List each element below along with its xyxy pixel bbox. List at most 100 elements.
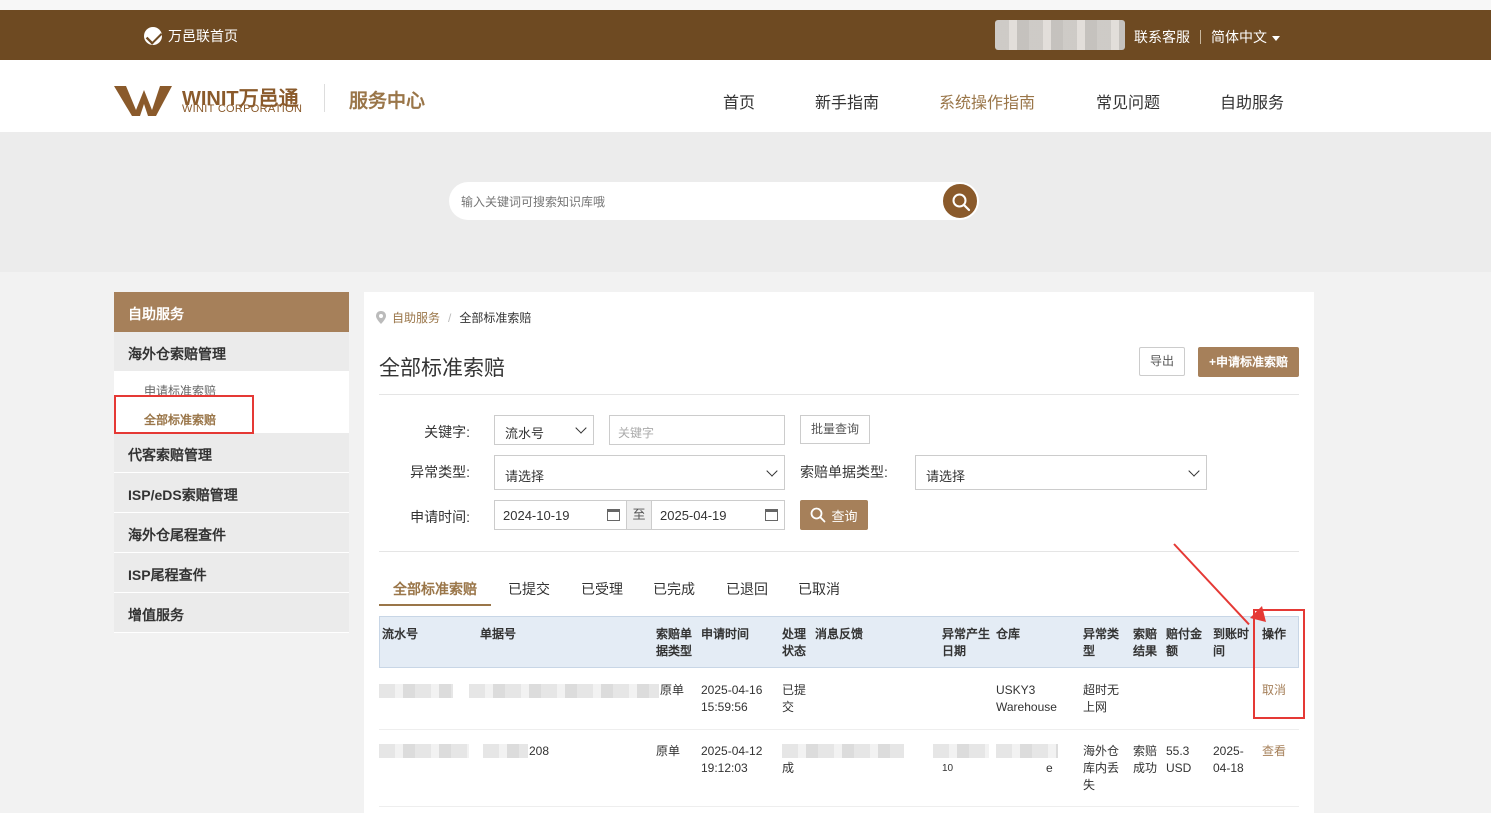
search-banner bbox=[0, 132, 1491, 272]
portal-home-link[interactable]: 万邑联首页 bbox=[144, 26, 238, 46]
search-button[interactable] bbox=[942, 183, 978, 219]
cell-apply-time: 2025-04-12 19:12:03 bbox=[701, 744, 763, 775]
cell-exception-type: 超时无上网 bbox=[1083, 683, 1120, 714]
sidebar-item-isp-tracking[interactable]: ISP尾程查件 bbox=[114, 553, 349, 593]
col-amount: 赔付金额 bbox=[1166, 627, 1203, 658]
tab-accepted[interactable]: 已受理 bbox=[581, 579, 623, 606]
location-pin-icon bbox=[376, 311, 386, 324]
divider bbox=[379, 551, 1299, 552]
col-doc-type: 索赔单据类型 bbox=[656, 627, 693, 658]
highlight-box bbox=[114, 395, 254, 434]
apply-time-label: 申请时间: bbox=[410, 509, 470, 525]
claim-doc-type-value: 请选择 bbox=[926, 469, 966, 484]
blurred-status-feedback bbox=[782, 744, 904, 758]
site-header: WINIT万邑通 WINIT CORPORATION 服务中心 首页 新手指南 … bbox=[0, 60, 1491, 132]
row-divider bbox=[379, 729, 1299, 730]
tab-returned[interactable]: 已退回 bbox=[726, 579, 768, 606]
blurred-doc-no bbox=[483, 744, 528, 758]
date-to-input[interactable]: 2025-04-19 bbox=[651, 500, 785, 530]
apply-claim-button[interactable]: +申请标准索赔 bbox=[1198, 347, 1299, 377]
sidebar-item-overseas-tracking[interactable]: 海外仓尾程查件 bbox=[114, 513, 349, 553]
view-link[interactable]: 查看 bbox=[1262, 743, 1286, 760]
top-bar: 万邑联首页 联系客服 简体中文 bbox=[0, 0, 1491, 60]
nav-faq[interactable]: 常见问题 bbox=[1096, 89, 1160, 113]
knowledge-search bbox=[449, 182, 979, 220]
col-claim-result: 索赔结果 bbox=[1133, 627, 1158, 658]
blurred-exception-date bbox=[933, 744, 989, 758]
blurred-username bbox=[995, 20, 1125, 50]
language-selector[interactable]: 简体中文 bbox=[1211, 27, 1280, 47]
nav-beginner-guide[interactable]: 新手指南 bbox=[815, 89, 879, 113]
col-apply-time: 申请时间 bbox=[701, 627, 750, 641]
claim-doc-type-label: 索赔单据类型: bbox=[800, 464, 888, 480]
tab-all-claims[interactable]: 全部标准索赔 bbox=[379, 579, 491, 606]
exception-type-label: 异常类型: bbox=[410, 464, 470, 480]
nav-self-service[interactable]: 自助服务 bbox=[1220, 89, 1284, 113]
cell-amount: 55.3 USD bbox=[1166, 744, 1192, 775]
sidebar-item-agent-claims[interactable]: 代客索赔管理 bbox=[114, 433, 349, 473]
cell-status: 已提交 bbox=[782, 683, 807, 714]
search-icon bbox=[811, 507, 826, 523]
breadcrumb-current: 全部标准索赔 bbox=[459, 311, 532, 325]
cell-doc-type: 原单 bbox=[656, 744, 681, 758]
row-divider bbox=[379, 806, 1299, 807]
status-tabs: 全部标准索赔 已提交 已受理 已完成 已退回 已取消 bbox=[379, 579, 1299, 606]
col-arrival-time: 到账时间 bbox=[1213, 627, 1250, 658]
sidebar-item-overseas-claims[interactable]: 海外仓索赔管理 bbox=[114, 332, 349, 372]
tab-completed[interactable]: 已完成 bbox=[653, 579, 695, 606]
nav-system-guide[interactable]: 系统操作指南 bbox=[939, 89, 1035, 113]
divider bbox=[1200, 30, 1201, 44]
export-button[interactable]: 导出 bbox=[1139, 347, 1185, 376]
col-feedback: 消息反馈 bbox=[815, 627, 864, 641]
exception-type-value: 请选择 bbox=[505, 469, 545, 484]
page-title: 全部标准索赔 bbox=[379, 357, 505, 380]
tab-submitted[interactable]: 已提交 bbox=[508, 579, 550, 606]
keyword-type-value: 流水号 bbox=[505, 426, 545, 441]
col-doc-no: 单据号 bbox=[480, 627, 517, 641]
cell-claim-result: 索赔成功 bbox=[1133, 744, 1158, 775]
date-from-input[interactable]: 2024-10-19 bbox=[494, 500, 627, 530]
breadcrumb-parent[interactable]: 自助服务 bbox=[392, 309, 440, 326]
contact-support-link[interactable]: 联系客服 bbox=[1134, 27, 1190, 47]
breadcrumb: 自助服务 / 全部标准索赔 bbox=[376, 309, 531, 326]
cell-warehouse: e bbox=[1046, 761, 1053, 775]
date-from-value: 2024-10-19 bbox=[503, 508, 570, 523]
cell-exception-date: 10 bbox=[942, 763, 954, 774]
col-warehouse: 仓库 bbox=[996, 627, 1021, 641]
table-header: 流水号 单据号 索赔单据类型 申请时间 处理状态 消息反馈 异常产生日期 仓库 … bbox=[379, 616, 1299, 668]
search-input[interactable] bbox=[461, 191, 931, 213]
arrow-head-icon bbox=[1250, 606, 1266, 622]
sidebar: 自助服务 海外仓索赔管理 申请标准索赔 全部标准索赔 代客索赔管理 ISP/eD… bbox=[114, 292, 349, 633]
main-nav: 首页 新手指南 系统操作指南 常见问题 自助服务 bbox=[0, 89, 1491, 113]
cell-status: 成 bbox=[782, 761, 795, 775]
breadcrumb-separator: / bbox=[448, 310, 452, 325]
cell-doc-no: 208 bbox=[529, 744, 550, 758]
cell-doc-type: 原单 bbox=[660, 683, 685, 697]
sidebar-item-value-added[interactable]: 增值服务 bbox=[114, 593, 349, 633]
sidebar-header: 自助服务 bbox=[114, 292, 349, 332]
tab-cancelled[interactable]: 已取消 bbox=[798, 579, 840, 606]
nav-home[interactable]: 首页 bbox=[723, 89, 755, 113]
batch-query-button[interactable]: 批量查询 bbox=[800, 415, 870, 444]
top-bar-strip: 万邑联首页 联系客服 简体中文 bbox=[0, 10, 1491, 60]
main-panel: 自助服务 / 全部标准索赔 全部标准索赔 导出 +申请标准索赔 关键字: 流水号… bbox=[364, 292, 1314, 813]
query-button[interactable]: 查询 bbox=[800, 500, 868, 530]
date-to-value: 2025-04-19 bbox=[660, 508, 727, 523]
col-exception-date: 异常产生日期 bbox=[942, 627, 991, 658]
keyword-label: 关键字: bbox=[424, 424, 470, 440]
exception-type-select[interactable]: 请选择 bbox=[494, 455, 785, 490]
keyword-input[interactable]: 关键字 bbox=[609, 415, 785, 445]
chevron-down-icon bbox=[766, 465, 778, 477]
sidebar-item-isp-eds-claims[interactable]: ISP/eDS索赔管理 bbox=[114, 473, 349, 513]
calendar-icon bbox=[607, 509, 620, 521]
claim-doc-type-select[interactable]: 请选择 bbox=[915, 455, 1207, 490]
blurred-doc-no bbox=[469, 684, 659, 698]
calendar-icon bbox=[765, 509, 778, 521]
keyword-type-select[interactable]: 流水号 bbox=[494, 415, 594, 445]
date-range-separator: 至 bbox=[627, 500, 651, 530]
divider bbox=[379, 394, 1299, 395]
portal-home-label: 万邑联首页 bbox=[168, 28, 238, 44]
caret-down-icon bbox=[1272, 35, 1280, 41]
blurred-warehouse bbox=[996, 744, 1058, 758]
blurred-serial-no bbox=[379, 684, 453, 698]
